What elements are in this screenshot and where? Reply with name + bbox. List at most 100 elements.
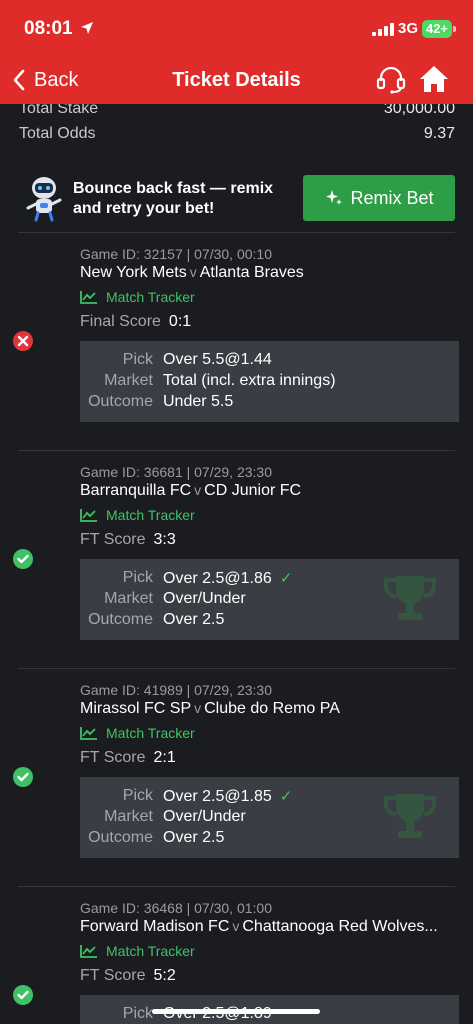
pick-value: Over 2.5@1.89	[163, 1005, 272, 1023]
away-team: Clube do Remo PA	[204, 700, 340, 717]
score-label: Final Score	[80, 313, 161, 330]
line-chart-icon	[80, 291, 97, 304]
final-score: Final Score 0:1	[80, 313, 191, 331]
won-check-icon	[13, 767, 33, 787]
home-team: New York Mets	[80, 264, 187, 281]
remix-bet-label: Remix Bet	[350, 187, 434, 208]
score-value: 5:2	[153, 967, 176, 984]
battery-level: 42+	[422, 20, 452, 38]
won-check-icon	[13, 549, 33, 569]
match-teams: Barranquilla FC v CD Junior FC	[80, 482, 455, 500]
outcome-value: Over 2.5	[163, 829, 225, 846]
home-team: Barranquilla FC	[80, 482, 192, 499]
divider	[18, 668, 455, 669]
away-team: Chattanooga Red Wolves...	[242, 918, 438, 935]
pick-value: Over 2.5@1.86 ✓	[163, 569, 292, 588]
final-score: FT Score 3:3	[80, 531, 176, 549]
lost-x-icon	[13, 331, 33, 351]
versus-label: v	[232, 918, 240, 934]
match-tracker-link[interactable]: Match Tracker	[80, 289, 195, 305]
outcome-label: Outcome	[88, 829, 153, 846]
app-header: 08:01 3G 42+ Back Ticket Details	[0, 0, 473, 104]
versus-label: v	[194, 700, 202, 716]
robot-mascot-icon	[26, 177, 62, 222]
won-check-icon	[13, 985, 33, 1005]
sparkle-icon	[326, 190, 343, 205]
total-odds-row: Total Odds 9.37	[19, 125, 455, 143]
game-meta: Game ID: 32157 | 07/30, 00:10	[80, 246, 272, 262]
score-value: 2:1	[153, 749, 176, 766]
pick-details: Pick Over 2.5@1.86 ✓ Market Over/Under Outc…	[80, 559, 459, 640]
location-arrow-icon	[81, 22, 93, 34]
home-indicator	[152, 1009, 320, 1014]
match-tracker-link[interactable]: Match Tracker	[80, 725, 195, 741]
score-label: FT Score	[80, 967, 146, 984]
nav-bar: Back Ticket Details	[0, 58, 473, 102]
pick-text: Over 2.5@1.85	[163, 788, 272, 805]
pick-value: Over 2.5@1.85 ✓	[163, 787, 292, 806]
market-label: Market	[104, 590, 153, 607]
outcome-value: Under 5.5	[163, 393, 234, 410]
match-teams: Forward Madison FC v Chattanooga Red Wolve…	[80, 918, 455, 936]
score-value: 3:3	[153, 531, 176, 548]
total-odds-value: 9.37	[423, 125, 455, 142]
signal-bars-icon	[372, 23, 394, 36]
status-time: 08:01	[24, 18, 73, 39]
pick-value: Over 5.5@1.44	[163, 351, 272, 368]
match-tracker-link[interactable]: Match Tracker	[80, 507, 195, 523]
game-meta: Game ID: 36468 | 07/30, 01:00	[80, 900, 272, 916]
divider	[18, 450, 455, 451]
line-chart-icon	[80, 727, 97, 740]
market-value: Over/Under	[163, 590, 246, 607]
match-teams: New York Mets v Atlanta Braves	[80, 264, 455, 282]
home-team: Mirassol FC SP	[80, 700, 192, 717]
line-chart-icon	[80, 945, 97, 958]
outcome-label: Outcome	[88, 611, 153, 628]
match-tracker-label: Match Tracker	[106, 507, 195, 523]
pick-label: Pick	[122, 569, 153, 586]
versus-label: v	[194, 482, 202, 498]
match-tracker-label: Match Tracker	[106, 943, 195, 959]
pick-details: Pick Over 5.5@1.44 Market Total (incl. ext…	[80, 341, 459, 422]
game-meta: Game ID: 41989 | 07/29, 23:30	[80, 682, 272, 698]
versus-label: v	[189, 264, 197, 280]
pick-label: Pick	[122, 787, 153, 804]
pick-details: Pick Over 2.5@1.85 ✓ Market Over/Under Outc…	[80, 777, 459, 858]
trophy-icon	[384, 576, 436, 620]
final-score: FT Score 2:1	[80, 749, 176, 767]
check-icon: ✓	[279, 788, 293, 805]
line-chart-icon	[80, 509, 97, 522]
market-label: Market	[104, 372, 153, 389]
trophy-icon	[384, 794, 436, 838]
home-icon[interactable]	[418, 64, 450, 94]
battery-tip	[453, 26, 456, 32]
match-tracker-link[interactable]: Match Tracker	[80, 943, 195, 959]
market-value: Over/Under	[163, 808, 246, 825]
score-value: 0:1	[168, 313, 192, 330]
score-label: FT Score	[80, 749, 146, 766]
network-type: 3G	[398, 20, 419, 37]
remix-bet-button[interactable]: Remix Bet	[303, 175, 455, 221]
divider	[18, 886, 455, 887]
status-bar: 08:01 3G 42+	[0, 16, 473, 44]
away-team: Atlanta Braves	[199, 264, 304, 281]
match-teams: Mirassol FC SP v Clube do Remo PA	[80, 700, 455, 718]
score-label: FT Score	[80, 531, 146, 548]
headset-support-icon[interactable]	[376, 66, 406, 94]
remix-promo: Bounce back fast — remix and retry your …	[20, 170, 456, 226]
market-label: Market	[104, 808, 153, 825]
pick-label: Pick	[122, 1005, 153, 1022]
outcome-label: Outcome	[88, 393, 153, 410]
final-score: FT Score 5:2	[80, 967, 176, 985]
promo-text: Bounce back fast — remix and retry your …	[73, 180, 274, 217]
divider	[18, 232, 455, 233]
market-value: Total (incl. extra innings)	[163, 372, 336, 389]
game-meta: Game ID: 36681 | 07/29, 23:30	[80, 464, 272, 480]
outcome-value: Over 2.5	[163, 611, 225, 628]
away-team: CD Junior FC	[204, 482, 302, 499]
pick-text: Over 2.5@1.86	[163, 570, 272, 587]
match-tracker-label: Match Tracker	[106, 289, 195, 305]
check-icon: ✓	[279, 570, 293, 587]
home-team: Forward Madison FC	[80, 918, 230, 935]
pick-label: Pick	[122, 351, 153, 368]
